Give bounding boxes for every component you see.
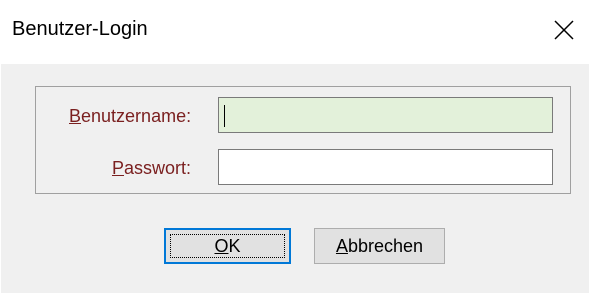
username-label-text: enutzername: xyxy=(81,106,192,126)
username-input[interactable] xyxy=(218,97,553,133)
dialog-body: Benutzername: Passwort: OK Abbrechen xyxy=(1,64,589,293)
window-title: Benutzer-Login xyxy=(12,18,148,40)
title-bar: Benutzer-Login xyxy=(0,0,590,64)
cancel-button[interactable]: Abbrechen xyxy=(314,228,445,264)
login-dialog: Benutzer-Login Benutzername: Passwort: O… xyxy=(0,0,590,293)
ok-mnemonic: O xyxy=(214,235,229,256)
ok-button[interactable]: OK xyxy=(164,228,291,264)
ok-button-label: OK xyxy=(214,236,240,257)
close-button[interactable] xyxy=(544,8,584,52)
password-input[interactable] xyxy=(218,149,553,185)
password-label-text: asswort: xyxy=(124,158,192,178)
password-label-mnemonic: P xyxy=(112,158,125,178)
cancel-button-label: Abbrechen xyxy=(336,236,423,257)
username-label: Benutzername: xyxy=(69,106,191,127)
close-icon xyxy=(554,20,574,40)
username-label-mnemonic: B xyxy=(69,106,82,126)
text-caret xyxy=(224,105,225,127)
password-label: Passwort: xyxy=(112,158,191,179)
cancel-label-text: bbrechen xyxy=(347,235,424,256)
credentials-group: Benutzername: Passwort: xyxy=(35,86,571,194)
ok-label-text: K xyxy=(228,235,241,256)
cancel-mnemonic: A xyxy=(335,235,348,256)
